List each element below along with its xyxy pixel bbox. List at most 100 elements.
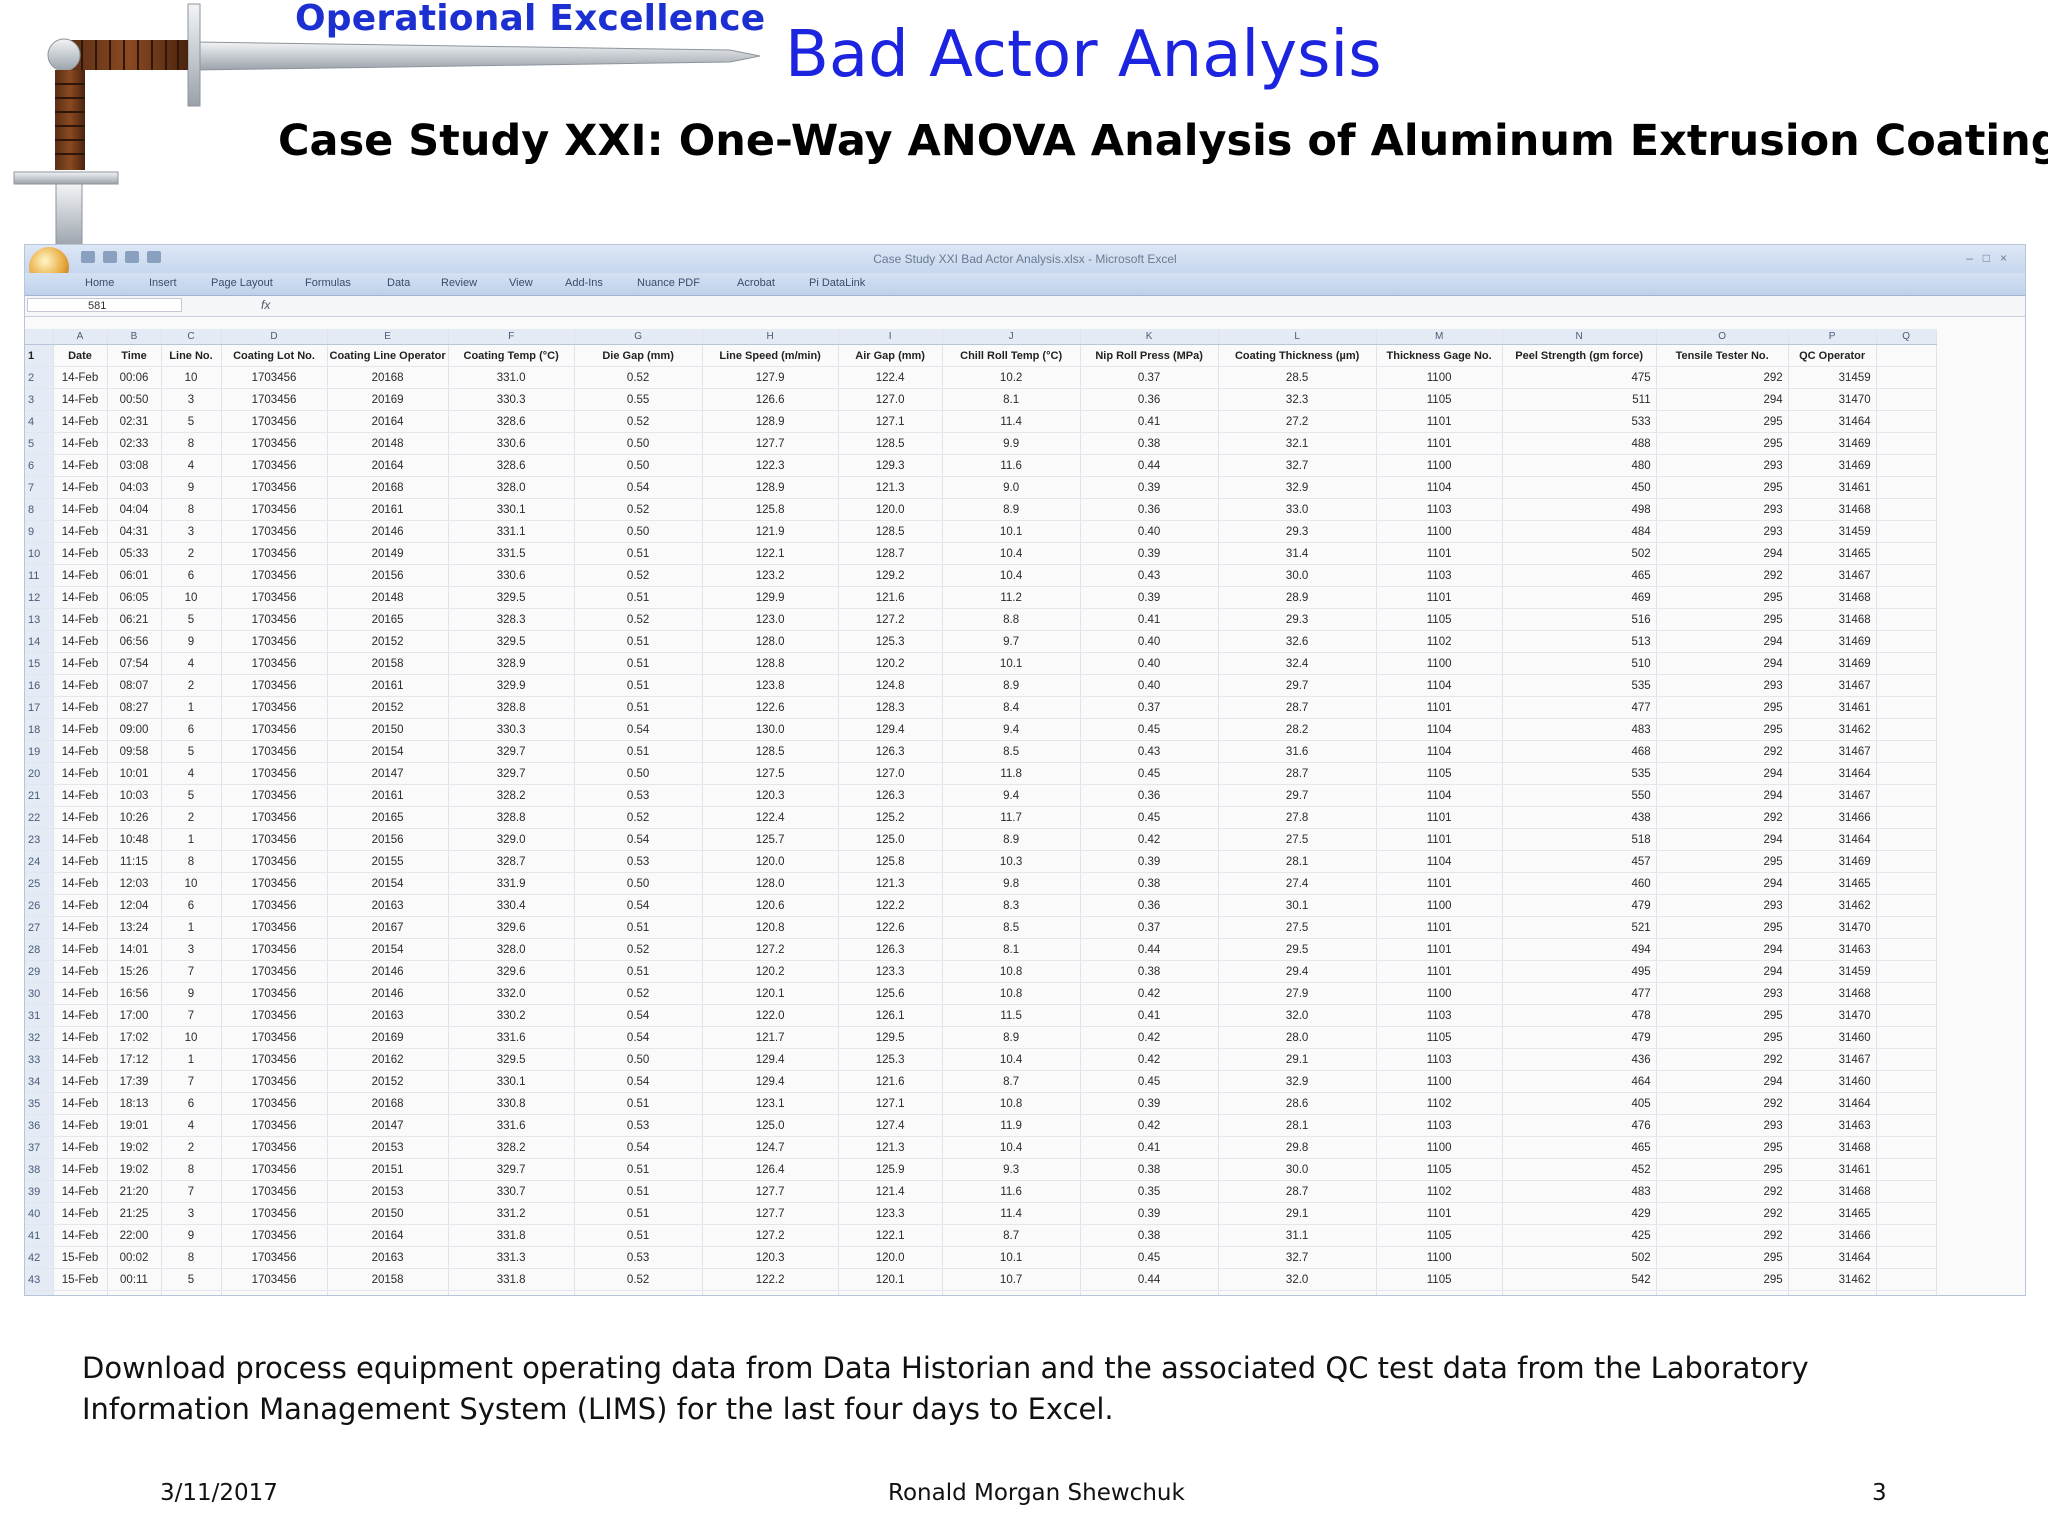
table-cell: 1100 xyxy=(1376,1246,1503,1269)
table-cell: 20161 xyxy=(327,498,449,521)
table-row: 17 14-Feb 08:27 1 1703456 20152 328.8 0.51 122.6… xyxy=(25,696,1937,719)
column-header: Line Speed (m/min) xyxy=(702,344,839,367)
table-cell: 0.50 xyxy=(574,454,703,477)
table-cell: 20153 xyxy=(327,1136,449,1159)
table-cell: 0.52 xyxy=(574,366,703,389)
table-cell: 8.9 xyxy=(942,828,1081,851)
table-cell: 1100 xyxy=(1376,894,1503,917)
table-cell: 1703456 xyxy=(221,1224,328,1247)
excel-screenshot: Case Study XXI Bad Actor Analysis.xlsx -… xyxy=(24,244,2026,1296)
table-cell: 295 xyxy=(1656,850,1789,873)
table-cell: 1104 xyxy=(1376,850,1503,873)
table-row: 16 14-Feb 08:07 2 1703456 20161 329.9 0.51 123.8… xyxy=(25,674,1937,697)
table-cell: 127.1 xyxy=(838,410,943,433)
table-cell: 0.50 xyxy=(574,762,703,785)
table-cell: 0.38 xyxy=(1080,960,1219,983)
table-cell: 06:01 xyxy=(107,564,162,587)
empty-cell xyxy=(1876,1048,1937,1071)
table-cell: 10.2 xyxy=(942,366,1081,389)
table-cell: 293 xyxy=(1656,498,1789,521)
table-cell: 9.9 xyxy=(942,432,1081,455)
table-cell: 0.40 xyxy=(1080,674,1219,697)
empty-cell xyxy=(1876,1246,1937,1269)
table-cell: 31460 xyxy=(1788,1026,1877,1049)
table-cell: 15-Feb xyxy=(53,1268,108,1291)
table-cell: 1102 xyxy=(1376,630,1503,653)
table-cell: 0.44 xyxy=(1080,454,1219,477)
table-cell: 126.6 xyxy=(702,388,839,411)
table-cell: 8.7 xyxy=(942,1224,1081,1247)
table-cell: 0.41 xyxy=(1080,1136,1219,1159)
table-cell: 14-Feb xyxy=(53,454,108,477)
table-cell: 120.0 xyxy=(702,850,839,873)
table-cell: 20148 xyxy=(327,586,449,609)
table-row: 11 14-Feb 06:01 6 1703456 20156 330.6 0.52 123.2… xyxy=(25,564,1937,587)
table-cell: 0.40 xyxy=(1080,630,1219,653)
table-cell: 127.7 xyxy=(702,1202,839,1225)
table-cell: 122.1 xyxy=(838,1224,943,1247)
table-cell: 0.51 xyxy=(574,960,703,983)
table-cell: 120.0 xyxy=(838,1246,943,1269)
table-cell: 1703456 xyxy=(221,828,328,851)
table-cell: 11.7 xyxy=(942,806,1081,829)
table-cell: 28.2 xyxy=(1218,718,1377,741)
column-letter-j: J xyxy=(942,329,1081,345)
table-cell: 31464 xyxy=(1788,1092,1877,1115)
table-cell: 0.53 xyxy=(574,850,703,873)
table-cell: 294 xyxy=(1656,630,1789,653)
table-cell: 1101 xyxy=(1376,916,1503,939)
empty-cell xyxy=(1876,740,1937,763)
table-cell: 31468 xyxy=(1788,586,1877,609)
table-cell: 28.5 xyxy=(1218,366,1377,389)
table-cell: 1100 xyxy=(1376,982,1503,1005)
table-cell: 5 xyxy=(161,740,222,763)
table-cell: 14-Feb xyxy=(53,1004,108,1027)
table-cell: 20161 xyxy=(327,784,449,807)
table-cell: 1105 xyxy=(1376,608,1503,631)
fx-icon: fx xyxy=(261,298,271,312)
table-cell: 0.54 xyxy=(574,476,703,499)
tab-add-ins: Add-Ins xyxy=(565,277,603,289)
row-number: 1 xyxy=(25,344,54,367)
tab-insert: Insert xyxy=(149,277,177,289)
table-cell: 14-Feb xyxy=(53,784,108,807)
table-row: 33 14-Feb 17:12 1 1703456 20162 329.5 0.50 129.4… xyxy=(25,1048,1937,1071)
table-cell: 1703456 xyxy=(221,960,328,983)
table-cell: 328.0 xyxy=(448,938,575,961)
table-cell: 0.51 xyxy=(574,1180,703,1203)
table-cell: 08:07 xyxy=(107,674,162,697)
table-cell: 294 xyxy=(1656,388,1789,411)
table-cell: 0.40 xyxy=(1080,652,1219,675)
row-number: 11 xyxy=(25,564,54,587)
table-cell: 329.6 xyxy=(448,960,575,983)
table-cell: 10.3 xyxy=(942,850,1081,873)
table-cell: 04:03 xyxy=(107,476,162,499)
table-cell: 121.4 xyxy=(838,1180,943,1203)
table-cell: 10:03 xyxy=(107,784,162,807)
table-cell: 0.45 xyxy=(1080,806,1219,829)
table-cell: 295 xyxy=(1656,476,1789,499)
table-cell: 331.5 xyxy=(448,542,575,565)
table-cell: 14-Feb xyxy=(53,674,108,697)
column-header: Peel Strength (gm force) xyxy=(1502,344,1657,367)
table-cell: 14-Feb xyxy=(53,1048,108,1071)
table-cell: 128.5 xyxy=(838,520,943,543)
table-row: 37 14-Feb 19:02 2 1703456 20153 328.2 0.54 124.7… xyxy=(25,1136,1937,1159)
table-cell: 484 xyxy=(1502,520,1657,543)
table-cell: 502 xyxy=(1502,1246,1657,1269)
table-cell: 27.4 xyxy=(1218,872,1377,895)
table-cell: 127.1 xyxy=(838,1092,943,1115)
table-cell: 120.0 xyxy=(838,498,943,521)
table-cell: 330.8 xyxy=(448,1092,575,1115)
table-cell: 1101 xyxy=(1376,828,1503,851)
table-cell: 0.40 xyxy=(1080,520,1219,543)
table-cell: 10.8 xyxy=(942,1092,1081,1115)
column-header: Coating Thickness (µm) xyxy=(1218,344,1377,367)
table-cell: 8.9 xyxy=(942,674,1081,697)
table-cell: 0.52 xyxy=(574,938,703,961)
table-cell: 06:56 xyxy=(107,630,162,653)
row-number: 23 xyxy=(25,828,54,851)
table-cell: 477 xyxy=(1502,696,1657,719)
window-controls: –□× xyxy=(1966,251,2017,265)
table-cell: 329.6 xyxy=(448,916,575,939)
